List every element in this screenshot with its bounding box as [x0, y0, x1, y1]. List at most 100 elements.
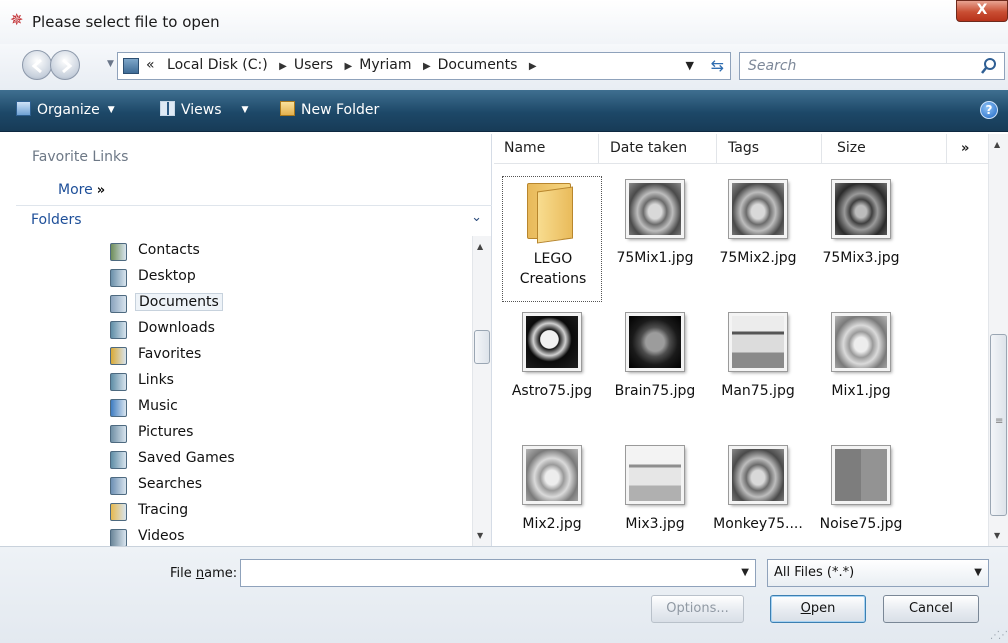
file-item[interactable]: Brain75.jpg: [605, 309, 705, 435]
file-item[interactable]: 75Mix3.jpg: [811, 176, 911, 302]
more-label: More: [58, 182, 93, 198]
search-placeholder: Search: [748, 58, 797, 74]
tracing-folder-icon: [110, 503, 127, 521]
file-item[interactable]: 75Mix2.jpg: [708, 176, 808, 302]
file-item[interactable]: 75Mix1.jpg: [605, 176, 705, 302]
breadcrumb-users[interactable]: Users: [294, 57, 333, 73]
links-folder-icon: [110, 373, 127, 391]
column-tags[interactable]: Tags: [728, 140, 759, 156]
file-label: LEGO Creations: [519, 251, 587, 287]
breadcrumb-documents[interactable]: Documents: [438, 57, 518, 73]
column-divider[interactable]: [598, 134, 599, 164]
open-button[interactable]: Open: [770, 595, 866, 623]
music-folder-icon: [110, 399, 127, 417]
file-name-label-accel: n: [195, 566, 205, 581]
title-bar: ✵ Please select file to open X: [0, 0, 1008, 44]
image-thumbnail: [523, 313, 581, 371]
column-name[interactable]: Name: [504, 140, 545, 156]
file-name-label: File name:: [170, 566, 237, 581]
breadcrumb-separator-icon[interactable]: ▶: [345, 61, 353, 72]
tree-item-label: Desktop: [138, 268, 196, 284]
new-folder-button[interactable]: New Folder: [280, 101, 379, 118]
file-type-select[interactable]: All Files (*.*) ▼: [767, 559, 989, 587]
column-divider[interactable]: [946, 134, 947, 164]
file-type-value: All Files (*.*): [774, 565, 855, 580]
file-name-input[interactable]: ▼: [240, 559, 756, 587]
image-thumbnail: [729, 446, 787, 504]
address-bar[interactable]: « Local Disk (C:) ▶ Users ▶ Myriam ▶ Docume…: [117, 52, 731, 80]
options-button[interactable]: Options...: [651, 595, 744, 623]
scroll-up-icon[interactable]: ▲: [477, 242, 483, 251]
cancel-button[interactable]: Cancel: [883, 595, 979, 623]
more-link[interactable]: More»: [58, 182, 105, 198]
tree-item-label: Links: [138, 372, 174, 388]
organize-button[interactable]: Organize ▼: [16, 101, 115, 118]
breadcrumb-overflow[interactable]: «: [146, 57, 155, 73]
folders-header[interactable]: Folders ⌄: [16, 205, 492, 234]
search-icon[interactable]: [980, 57, 998, 75]
command-toolbar: Organize ▼ Views ▼ New Folder ?: [0, 90, 1008, 132]
breadcrumb: « Local Disk (C:) ▶ Users ▶ Myriam ▶ Docume…: [146, 57, 544, 73]
back-arrow-icon: [31, 58, 42, 74]
search-box[interactable]: Search: [739, 52, 1005, 80]
breadcrumb-local-disk[interactable]: Local Disk (C:): [167, 57, 268, 73]
file-list-scrollbar[interactable]: ▲ ≡ ▼: [988, 134, 1008, 546]
file-list-pane: Name Date taken Tags Size » LEGO Creatio…: [494, 134, 1008, 546]
column-divider[interactable]: [716, 134, 717, 164]
file-label: Mix1.jpg: [831, 383, 891, 399]
favorite-links-header: Favorite Links: [32, 149, 129, 165]
open-label: pen: [810, 601, 836, 616]
more-columns-icon[interactable]: »: [961, 141, 969, 156]
tree-item-label: Videos: [138, 528, 185, 544]
desktop-folder-icon: [110, 269, 127, 287]
breadcrumb-separator-icon[interactable]: ▶: [529, 61, 537, 72]
file-item[interactable]: Astro75.jpg: [502, 309, 602, 435]
column-date-taken[interactable]: Date taken: [610, 140, 687, 156]
chevron-down-icon: ▼: [974, 567, 982, 578]
folders-label: Folders: [31, 212, 82, 228]
resize-grip-icon[interactable]: ⋰⋰: [990, 630, 1008, 641]
help-icon[interactable]: ?: [980, 101, 998, 119]
tree-item-label: Downloads: [138, 320, 215, 336]
folder-tree-scrollbar[interactable]: ▲ ▼: [472, 236, 491, 546]
views-icon: [160, 101, 175, 116]
refresh-icon[interactable]: ⇆: [711, 56, 724, 75]
pictures-folder-icon: [110, 425, 127, 443]
file-item[interactable]: Man75.jpg: [708, 309, 808, 435]
dialog-footer: File name: ▼ All Files (*.*) ▼ Options..…: [0, 546, 1008, 643]
address-dropdown-icon[interactable]: ▼: [686, 59, 694, 72]
column-divider[interactable]: [821, 134, 822, 164]
downloads-folder-icon: [110, 321, 127, 339]
recent-pages-dropdown-icon[interactable]: ▼: [107, 59, 114, 69]
image-thumbnail: [626, 313, 684, 371]
documents-location-icon: [123, 58, 139, 74]
breadcrumb-separator-icon[interactable]: ▶: [279, 61, 287, 72]
back-button[interactable]: [22, 50, 52, 80]
favorites-folder-icon: [110, 347, 127, 365]
file-label: 75Mix2.jpg: [719, 250, 797, 266]
image-thumbnail: [626, 180, 684, 238]
forward-button[interactable]: [50, 50, 80, 80]
close-button[interactable]: X: [956, 0, 1008, 22]
scrollbar-thumb[interactable]: [474, 330, 490, 364]
scroll-down-icon[interactable]: ▼: [477, 531, 483, 540]
chevron-down-icon: ▼: [241, 105, 249, 115]
file-name-label-part: ame:: [204, 566, 238, 581]
breadcrumb-separator-icon[interactable]: ▶: [423, 61, 431, 72]
chevron-down-icon[interactable]: ▼: [741, 567, 749, 578]
file-item[interactable]: Mix1.jpg: [811, 309, 911, 435]
scrollbar-grip-icon: ≡: [995, 416, 1004, 427]
forward-arrow-icon: [62, 58, 73, 74]
column-size[interactable]: Size: [837, 140, 866, 156]
views-button[interactable]: Views ▼: [160, 101, 248, 118]
breadcrumb-myriam[interactable]: Myriam: [359, 57, 411, 73]
scroll-up-icon[interactable]: ▲: [994, 140, 1000, 149]
image-thumbnail: [523, 446, 581, 504]
scroll-down-icon[interactable]: ▼: [994, 531, 1000, 540]
organize-label: Organize: [37, 102, 100, 118]
folder-item[interactable]: LEGO Creations: [502, 176, 602, 302]
tree-item-label: Saved Games: [138, 450, 235, 466]
image-thumbnail: [832, 313, 890, 371]
image-thumbnail: [832, 446, 890, 504]
chevron-down-icon: ▼: [107, 105, 115, 115]
